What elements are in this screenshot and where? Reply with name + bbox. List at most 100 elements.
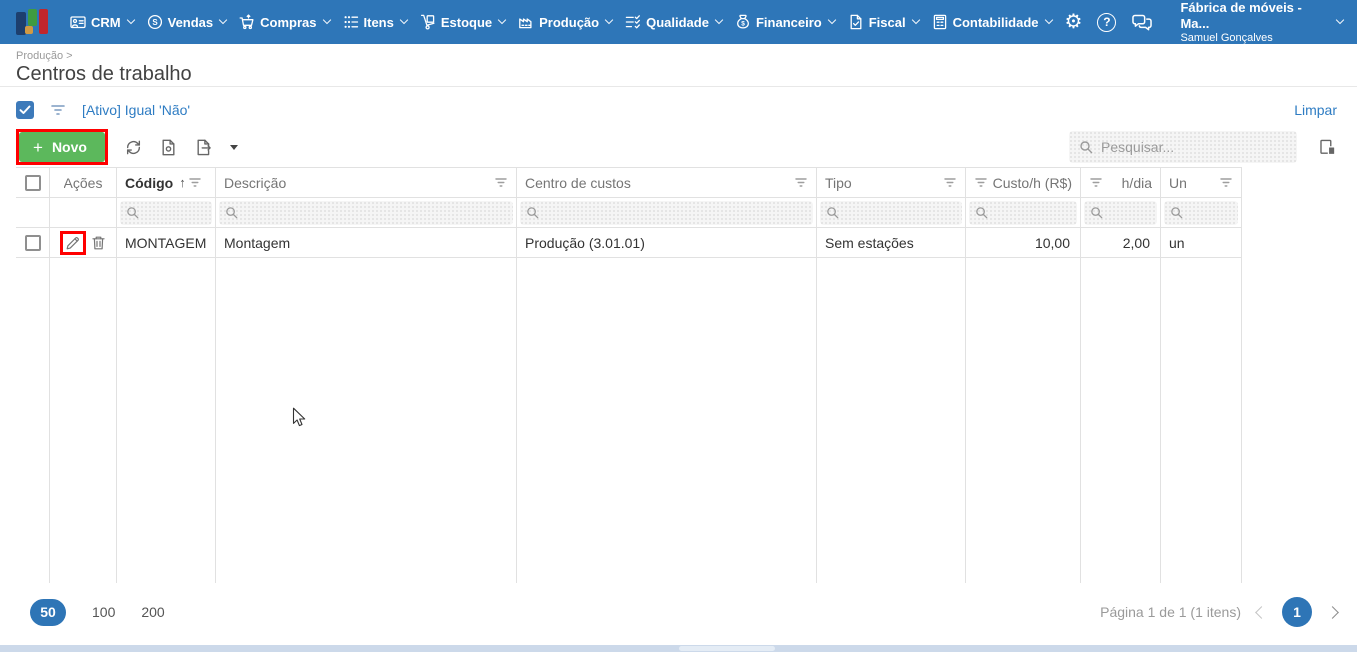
chevron-down-icon [911,15,920,25]
new-button-annotation-box: + Novo [16,129,108,165]
filter-input-codigo[interactable] [120,200,212,225]
row-select-checkbox[interactable] [24,234,41,251]
grid-empty-area [16,258,1242,583]
menu-contabilidade[interactable]: Contabilidade [932,14,1053,30]
search-icon [826,206,839,219]
header-filter-icon[interactable] [494,177,508,188]
producao-icon [518,14,534,30]
header-filter-icon[interactable] [943,177,957,188]
search-icon [1079,140,1093,154]
vendas-icon: S [147,14,163,30]
delete-icon[interactable] [91,235,106,251]
menu-qualidade[interactable]: Qualidade [625,14,724,30]
header-filter-icon[interactable] [794,177,808,188]
chevron-down-icon [604,15,614,25]
next-page-icon[interactable] [1326,605,1339,619]
table-row[interactable]: MONTAGEM Montagem Produção (3.01.01) Sem… [16,228,1242,258]
filter-bar: [Ativo] Igual 'Não' Limpar [16,99,1337,121]
export-file-icon[interactable] [195,139,212,156]
menu-label: Compras [260,14,317,30]
cell-centro-de-custos: Produção (3.01.01) [517,228,817,257]
page-size-200[interactable]: 200 [141,604,164,620]
filter-enabled-checkbox[interactable] [16,101,34,119]
header-filter-icon[interactable] [188,177,202,188]
select-all-checkbox[interactable] [24,174,41,191]
menu-producao[interactable]: Produção [518,14,614,30]
menu-crm[interactable]: CRM [70,14,135,30]
svg-text:S: S [152,18,158,27]
active-filter-condition[interactable]: [Ativo] Igual 'Não' [82,102,190,118]
export-options-caret-icon[interactable] [229,144,238,150]
chat-icon[interactable] [1131,14,1153,31]
filter-input-tipo[interactable] [820,200,962,225]
column-chooser-icon[interactable] [1319,139,1337,156]
menu-label: Qualidade [646,14,709,30]
account-menu[interactable]: Fábrica de móveis - Ma... Samuel Gonçalv… [1180,0,1345,45]
menu-label: Itens [363,14,394,30]
export-data-icon[interactable] [160,139,177,156]
chevron-down-icon [1044,15,1053,25]
fiscal-icon [848,14,864,30]
menu-label: Fiscal [868,14,906,30]
filter-builder-icon[interactable] [49,103,67,117]
crm-icon [70,14,86,30]
column-header-descricao[interactable]: Descrição [216,168,517,197]
svg-text:$: $ [741,20,745,27]
grid-search-box[interactable] [1069,131,1297,163]
page-info: Página 1 de 1 (1 itens) [1100,604,1241,620]
menu-estoque[interactable]: Estoque [420,14,507,30]
search-icon [975,206,988,219]
edit-icon[interactable] [65,235,81,251]
filter-input-h-dia[interactable] [1084,200,1157,225]
header-filter-icon[interactable] [1219,177,1233,188]
edit-annotation-box [60,230,86,255]
menu-vendas[interactable]: S Vendas [147,14,228,30]
menu-itens[interactable]: Itens [343,14,409,30]
column-header-h-dia[interactable]: h/dia [1081,168,1161,197]
filter-input-custo-h[interactable] [969,200,1077,225]
help-icon[interactable]: ? [1097,12,1117,32]
scrollbar-thumb[interactable] [679,646,775,651]
chevron-down-icon [497,15,507,25]
page-size-50[interactable]: 50 [30,598,66,626]
gear-icon[interactable]: ⚙ [1065,12,1083,32]
filter-input-descricao[interactable] [219,200,513,225]
column-header-un[interactable]: Un [1161,168,1242,197]
header-filter-icon[interactable] [1089,177,1103,188]
chevron-down-icon [322,15,331,25]
filter-input-centro-de-custos[interactable] [520,200,813,225]
grid-toolbar: + Novo [16,129,1337,165]
refresh-icon[interactable] [125,139,142,156]
filter-input-un[interactable] [1164,200,1238,225]
chevron-down-icon [218,15,228,25]
cell-custo-h: 10,00 [966,228,1081,257]
new-button[interactable]: + Novo [19,132,105,162]
menu-compras[interactable]: Compras [239,14,331,30]
current-page-button[interactable]: 1 [1282,597,1312,627]
chevron-down-icon [399,15,409,25]
page-header: Produção > Centros de trabalho [0,44,1357,87]
column-header-centro-de-custos[interactable]: Centro de custos [517,168,817,197]
clear-filter-link[interactable]: Limpar [1294,102,1337,118]
estoque-icon [420,14,436,30]
search-input[interactable] [1101,139,1287,155]
column-header-tipo[interactable]: Tipo [817,168,966,197]
horizontal-scrollbar[interactable] [0,645,1357,652]
app-logo[interactable] [16,8,50,36]
contabilidade-icon [932,14,948,30]
sort-ascending-icon: ↑ [179,175,186,190]
menu-fiscal[interactable]: Fiscal [848,14,920,30]
page-size-100[interactable]: 100 [92,604,115,620]
breadcrumb[interactable]: Produção > [16,50,1341,62]
menu-label: Vendas [167,14,214,30]
prev-page-icon[interactable] [1255,605,1268,619]
itens-icon [343,14,359,30]
header-filter-icon[interactable] [974,177,988,188]
menu-label: Estoque [440,14,493,30]
cell-descricao: Montagem [216,228,517,257]
chevron-down-icon [827,15,836,25]
column-header-codigo[interactable]: Código ↑ [117,168,216,197]
column-header-custo-h[interactable]: Custo/h (R$) [966,168,1081,197]
menu-financeiro[interactable]: $ Financeiro [735,14,836,30]
search-icon [1090,206,1103,219]
